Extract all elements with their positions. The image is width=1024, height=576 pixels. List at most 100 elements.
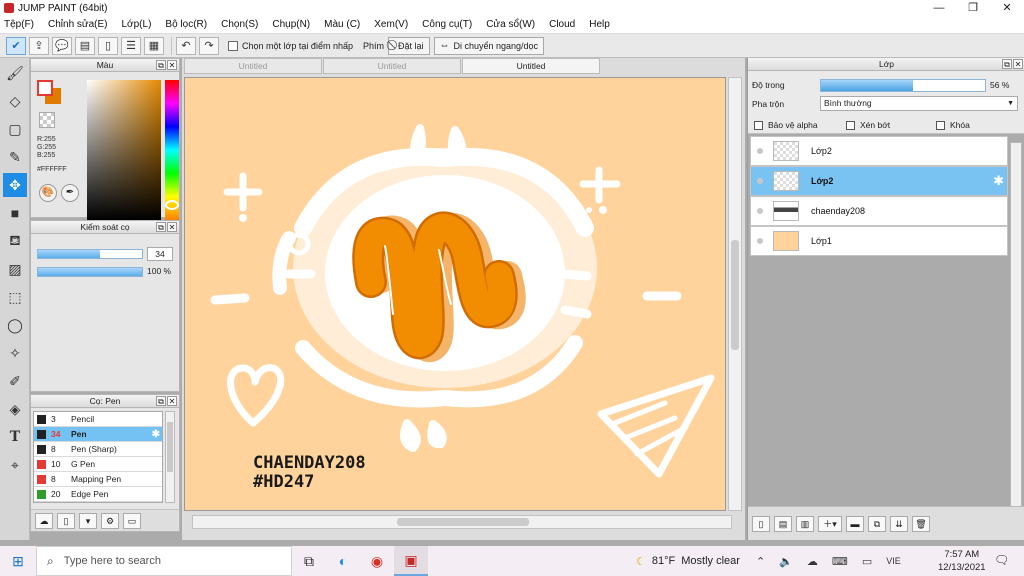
brush-opacity-slider[interactable] [37,267,143,277]
grid-button[interactable]: ▦ [144,36,164,55]
brush-item[interactable]: 8 Pen (Sharp) [34,442,162,457]
layer-list-scrollbar[interactable] [1010,142,1022,508]
language-indicator[interactable]: VIE [886,556,901,566]
chevron-up-icon[interactable]: ⌃ [756,555,765,568]
panel-close-icon[interactable]: ✕ [167,222,177,232]
menu-window[interactable]: Cửa sổ(W) [486,19,535,30]
undock-icon[interactable]: ⧉ [1002,59,1012,69]
select-pen-tool[interactable]: ✐ [3,369,27,393]
redo-button[interactable]: ↷ [199,36,219,55]
checkbox-box[interactable] [228,40,238,51]
panel-close-icon[interactable]: ✕ [1013,59,1023,69]
document-tab[interactable]: Untitled [184,58,322,74]
taskbar-clock[interactable]: 7:57 AM 12/13/2021 [938,548,986,574]
select-eraser-tool[interactable]: ◈ [3,397,27,421]
menu-filter[interactable]: Bộ lọc(R) [165,19,207,30]
note-button[interactable]: ▤ [75,36,95,55]
scrollbar-thumb[interactable] [167,422,173,472]
canvas-vertical-scrollbar[interactable] [728,77,742,511]
brush-folder-button[interactable]: ▭ [123,512,141,529]
brush-item[interactable]: 34 Pen ✱ [34,427,162,442]
export-button[interactable]: ⇪ [29,36,49,55]
layer-row[interactable]: chaenday208 [750,196,1008,226]
checkbox-box[interactable] [846,120,855,130]
clipping-checkbox[interactable]: Xén bớt [846,120,890,130]
layer-row[interactable]: Lớp1 [750,226,1008,256]
merge-layer-button[interactable]: ⇊ [890,515,908,532]
reset-button[interactable]: ⃠ Đặt lại [387,36,430,55]
menu-edit[interactable]: Chỉnh sửa(E) [48,19,108,30]
add-layer-menu-button[interactable]: ＋▾ [818,515,842,532]
lock-checkbox[interactable]: Khóa [936,120,970,130]
gear-icon[interactable]: ✱ [993,173,1004,189]
bucket-tool[interactable]: ⛾ [3,229,27,253]
undock-icon[interactable]: ⧉ [156,60,166,70]
visibility-toggle[interactable] [754,235,766,247]
menu-tools[interactable]: Công cụ(T) [422,19,472,30]
cloud-icon[interactable]: ☁ [807,555,818,568]
brush-item[interactable]: 8 Mapping Pen [34,472,162,487]
weather-widget[interactable]: ☾ 81°F Mostly clear [636,546,740,576]
new-layer-button[interactable]: ▯ [752,515,770,532]
menu-view[interactable]: Xem(V) [374,19,408,30]
brush-size-slider[interactable] [37,249,143,259]
new-brush-button[interactable]: ▯ [57,512,75,529]
text-tool[interactable]: T [3,425,27,449]
brush-item[interactable]: 10 G Pen [34,457,162,472]
undo-button[interactable]: ↶ [176,36,196,55]
checkbox-box[interactable] [936,120,945,130]
canvas-horizontal-scrollbar[interactable] [192,515,732,529]
display-icon[interactable]: ▭ [862,555,872,568]
menu-color[interactable]: Màu (C) [324,19,360,30]
document-tab-active[interactable]: Untitled [462,58,600,74]
brush-size-value[interactable]: 34 [147,247,173,261]
maximize-button[interactable]: ❐ [956,0,990,16]
layer-row[interactable]: Lớp2 ✱ [750,166,1008,196]
visibility-toggle[interactable] [754,175,766,187]
rectangle-tool[interactable]: ▢ [3,117,27,141]
new-layer-1bit-button[interactable]: ▤ [774,515,792,532]
magic-wand-tool[interactable]: ✧ [3,341,27,365]
move-tool[interactable]: ✥ [3,173,27,197]
visibility-toggle[interactable] [754,205,766,217]
comment-button[interactable]: 💬 [52,36,72,55]
jump-paint-app-button[interactable]: ▣ [394,546,428,576]
menu-file[interactable]: Tệp(F) [4,19,34,30]
undock-icon[interactable]: ⧉ [156,222,166,232]
close-button[interactable]: ✕ [990,0,1024,16]
lasso-tool[interactable]: ◯ [3,313,27,337]
fill-rect-tool[interactable]: ■ [3,201,27,225]
gradient-tool[interactable]: ▨ [3,257,27,281]
brush-cloud-button[interactable]: ☁ [35,512,53,529]
chrome-app-button[interactable]: ◉ [360,546,394,576]
gear-icon[interactable]: ✱ [152,429,160,440]
document-tab[interactable]: Untitled [323,58,461,74]
panel-close-icon[interactable]: ✕ [167,396,177,406]
eraser-tool[interactable]: ◇ [3,89,27,113]
menu-capture[interactable]: Chụp(N) [272,19,310,30]
speaker-icon[interactable]: 🔈 [779,555,793,568]
duplicate-layer-button[interactable]: ⧉ [868,515,886,532]
menu-select[interactable]: Chọn(S) [221,19,258,30]
menu-layer[interactable]: Lớp(L) [122,19,152,30]
checkbox-box[interactable] [754,120,763,130]
menu-cloud[interactable]: Cloud [549,19,575,30]
keyboard-icon[interactable]: ⌨ [832,555,848,568]
delete-layer-button[interactable]: 🗑 [912,515,930,532]
undock-icon[interactable]: ⧉ [156,396,166,406]
palette-button[interactable]: 🎨 [39,184,57,202]
hue-slider-knob[interactable] [165,200,179,210]
blur-tool[interactable]: ✎ [3,145,27,169]
operation-toggle-button[interactable]: ✔ [6,36,26,55]
foreground-color-swatch[interactable] [37,80,53,96]
eyedrop-button[interactable]: ✒ [61,184,79,202]
layer-row[interactable]: Lớp2 [750,136,1008,166]
task-view-button[interactable]: ⧉ [292,546,326,576]
visibility-toggle[interactable] [754,145,766,157]
brush-menu-button[interactable]: ▾ [79,512,97,529]
scrollbar-thumb[interactable] [397,518,529,526]
notification-icon[interactable]: 🗨 [994,553,1009,567]
scrollbar-thumb[interactable] [731,240,739,350]
transparent-color-swatch[interactable] [39,112,55,128]
protect-alpha-checkbox[interactable]: Bảo vệ alpha [754,120,818,130]
